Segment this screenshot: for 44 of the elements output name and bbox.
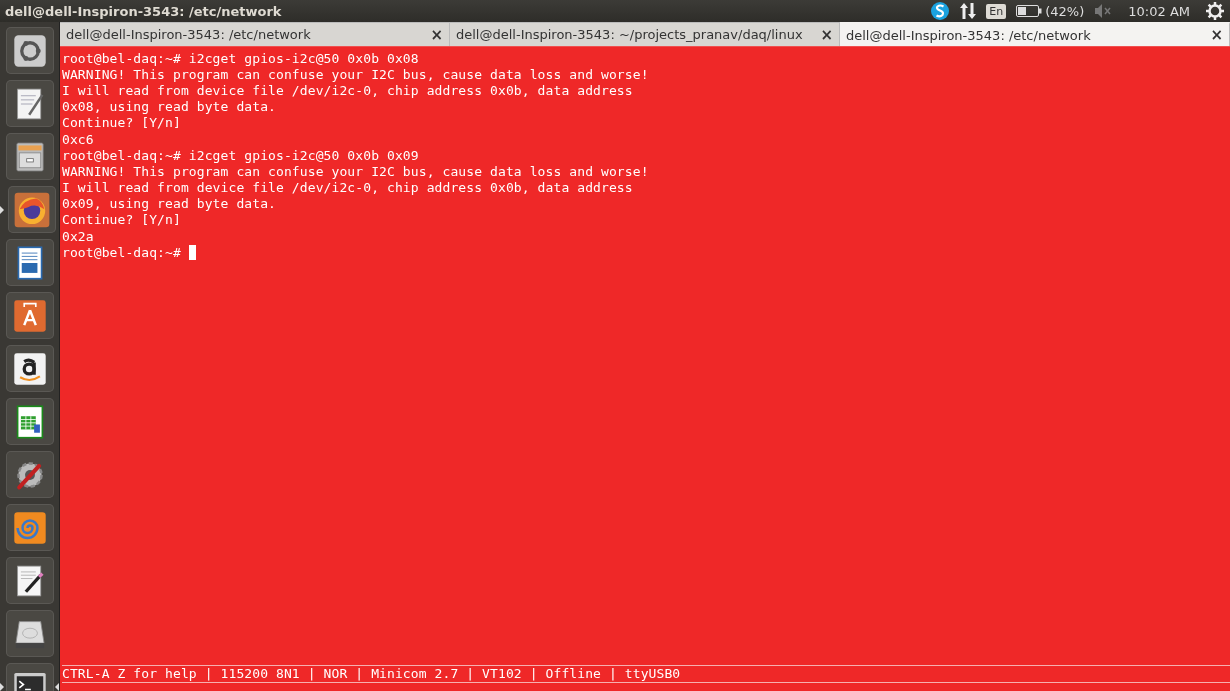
network-arrows-icon[interactable] bbox=[960, 2, 977, 20]
terminal-line: Continue? [Y/n] bbox=[62, 212, 181, 228]
window-title: dell@dell-Inspiron-3543: /etc/network bbox=[5, 3, 282, 19]
terminal-tab[interactable]: dell@dell-Inspiron-3543: /etc/network × bbox=[840, 22, 1230, 46]
launcher-button[interactable] bbox=[5, 133, 54, 180]
launcher-button[interactable] bbox=[5, 610, 54, 657]
terminal-line: 0xc6 bbox=[62, 131, 94, 147]
gear-icon[interactable] bbox=[1206, 2, 1224, 20]
terminal-line: Continue? [Y/n] bbox=[62, 115, 181, 131]
launcher-button[interactable] bbox=[5, 345, 54, 392]
close-button[interactable]: × bbox=[430, 25, 443, 44]
text-cursor bbox=[188, 244, 196, 260]
launcher-button[interactable] bbox=[5, 398, 54, 445]
terminal-line: root@bel-daq:~# bbox=[62, 244, 182, 260]
tab-title: dell@dell-Inspiron-3543: /etc/network bbox=[846, 27, 1091, 43]
launcher-button[interactable] bbox=[5, 80, 54, 127]
battery-percent: (42%) bbox=[1045, 3, 1085, 19]
clock[interactable]: 10:02 AM bbox=[1128, 3, 1190, 19]
terminal-line: 0x2a bbox=[62, 228, 94, 244]
launcher-button[interactable] bbox=[5, 27, 54, 74]
terminal-line: 0x08, using read byte data. bbox=[62, 99, 277, 115]
launcher-button[interactable] bbox=[5, 451, 54, 498]
status-line: CTRL-A Z for help | 115200 8N1 | NOR | Minicom 2.7 | VT102 | Offline | ttyUSB0 bbox=[62, 665, 1230, 683]
terminal-line: root@bel-daq:~# i2cget gpios-i2c@50 0x0b 0x08 bbox=[62, 50, 419, 66]
terminal-line: I will read from device file /dev/i2c-0, chip address 0x0b, data address bbox=[62, 180, 633, 196]
close-button[interactable]: × bbox=[820, 25, 833, 44]
speaker-muted-icon[interactable] bbox=[1094, 2, 1113, 20]
tab-title: dell@dell-Inspiron-3543: ~/projects_pranav/daq/linux bbox=[456, 27, 803, 42]
terminal-line: root@bel-daq:~# i2cget gpios-i2c@50 0x0b 0x09 bbox=[62, 147, 419, 163]
launcher-button[interactable] bbox=[5, 239, 54, 286]
terminal-line: 0x09, using read byte data. bbox=[62, 196, 277, 212]
keyboard-indicator[interactable]: En bbox=[986, 3, 1007, 19]
tab-title: dell@dell-Inspiron-3543: /etc/network bbox=[66, 27, 311, 42]
chat-icon[interactable] bbox=[930, 1, 951, 21]
terminal-line: WARNING! This program can confuse your I2C bus, cause data loss and worse! bbox=[62, 163, 649, 179]
close-button[interactable]: × bbox=[1210, 26, 1223, 44]
launcher-button[interactable] bbox=[7, 186, 56, 233]
battery-icon[interactable] bbox=[1016, 4, 1043, 18]
terminal-line: WARNING! This program can confuse your I2C bus, cause data loss and worse! bbox=[62, 66, 649, 82]
launcher-button[interactable] bbox=[5, 292, 54, 339]
launcher-button[interactable] bbox=[5, 557, 54, 604]
terminal-line: I will read from device file /dev/i2c-0, chip address 0x0b, data address bbox=[62, 82, 633, 98]
terminal-tab[interactable]: dell@dell-Inspiron-3543: /etc/network × bbox=[60, 22, 450, 46]
terminal-tab[interactable]: dell@dell-Inspiron-3543: ~/projects_pranav/daq/linux × bbox=[450, 22, 840, 46]
